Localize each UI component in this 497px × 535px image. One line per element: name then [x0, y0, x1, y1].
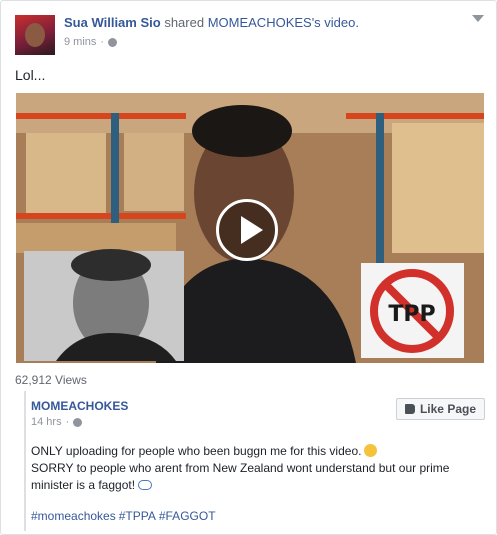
- chevron-down-icon[interactable]: [472, 15, 484, 22]
- post-timestamp[interactable]: 9 mins: [64, 36, 96, 48]
- sign-text: TPP: [388, 302, 435, 327]
- meta-separator: ·: [65, 416, 70, 428]
- thumbs-up-icon: [404, 404, 415, 414]
- shared-post-box: MOMEACHOKES 14 hrs · Like Page ONLY uplo…: [24, 391, 492, 531]
- globe-icon[interactable]: [73, 417, 83, 427]
- author-name-link[interactable]: Sua William Sio: [64, 15, 161, 30]
- post-meta: 9 mins ·: [64, 36, 118, 48]
- like-page-label: Like Page: [419, 402, 476, 416]
- hashtag-link[interactable]: #FAGGOT: [159, 509, 216, 523]
- shared-post-timestamp[interactable]: 14 hrs: [31, 416, 62, 428]
- smile-emoji-icon: [364, 444, 378, 457]
- play-button[interactable]: [216, 199, 278, 261]
- share-verb: shared: [164, 15, 205, 30]
- post-header: Sua William Sio shared MOMEACHOKES's vid…: [64, 15, 359, 30]
- feed-post: Sua William Sio shared MOMEACHOKES's vid…: [0, 0, 497, 535]
- hashtag-link[interactable]: #momeachokes: [31, 509, 116, 523]
- like-page-button[interactable]: Like Page: [395, 398, 485, 420]
- view-count: 62,912 Views: [15, 373, 87, 387]
- speech-bubble-icon: [138, 480, 153, 490]
- description-line-1: ONLY uploading for people who been buggn…: [31, 444, 362, 458]
- page-name-link[interactable]: MOMEACHOKES: [31, 399, 128, 413]
- meta-separator: ·: [100, 36, 105, 48]
- post-text: Lol...: [15, 67, 46, 83]
- shared-post-text: ONLY uploading for people who been buggn…: [31, 443, 486, 494]
- shared-post-meta: 14 hrs ·: [31, 416, 83, 428]
- hashtag-link[interactable]: #TPPA: [119, 509, 156, 523]
- shared-item-link[interactable]: MOMEACHOKES's video.: [208, 15, 359, 30]
- video-player[interactable]: TPP: [16, 93, 484, 363]
- globe-icon[interactable]: [108, 37, 118, 47]
- author-avatar[interactable]: [15, 15, 55, 55]
- avatar-face: [25, 23, 45, 47]
- hashtag-list: #momeachokes #TPPA #FAGGOT: [31, 509, 219, 523]
- description-line-2: SORRY to people who arent from New Zeala…: [31, 461, 450, 492]
